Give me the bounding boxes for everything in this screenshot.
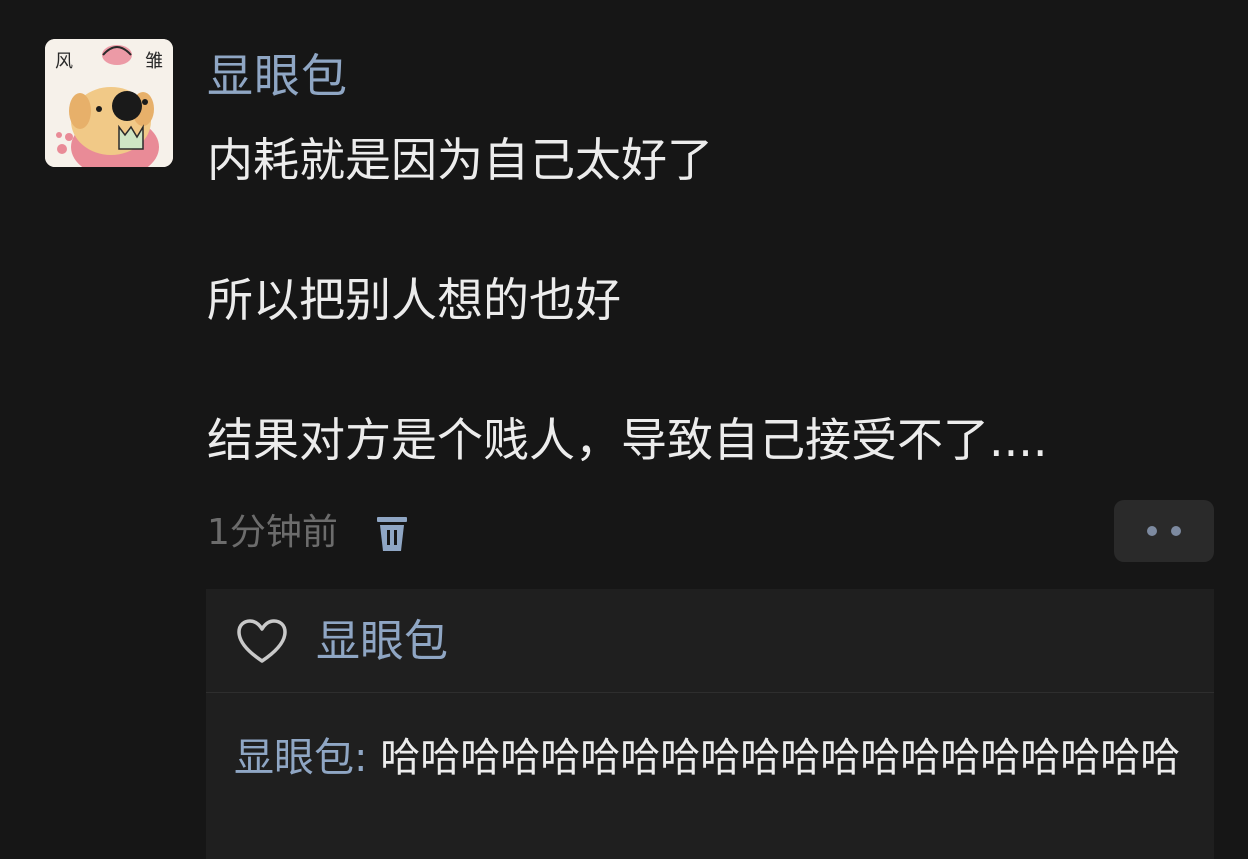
more-button[interactable] [1114,500,1214,562]
comment-line-2: 所以把别人想的也好 [207,273,621,327]
reply-author[interactable]: 显眼包: [234,735,367,781]
reply-section: 显眼包 显眼包: 哈哈哈哈哈哈哈哈哈哈哈哈哈哈哈哈哈哈哈哈 [206,589,1214,859]
avatar-stamp-left: 风 [55,51,73,72]
more-dots-icon [1171,526,1181,536]
liked-by-username[interactable]: 显眼包 [316,612,448,672]
divider [206,692,1214,693]
likes-row: 显眼包 [236,609,448,675]
avatar[interactable]: 风 雏 [45,39,173,167]
more-dots-icon [1147,526,1157,536]
trash-icon[interactable] [374,511,410,555]
heart-icon[interactable] [236,619,288,665]
reply-item[interactable]: 显眼包: 哈哈哈哈哈哈哈哈哈哈哈哈哈哈哈哈哈哈哈哈 [234,731,1204,786]
comment-time: 1分钟前 [207,512,338,553]
avatar-stamp-right: 雏 [145,51,163,72]
comment-username[interactable]: 显眼包 [207,46,348,106]
comment-line-1: 内耗就是因为自己太好了 [207,133,713,187]
reply-content: 哈哈哈哈哈哈哈哈哈哈哈哈哈哈哈哈哈哈哈哈 [367,735,1181,781]
comment-line-3: 结果对方是个贱人，导致自己接受不了.... [207,413,1048,467]
comment-meta: 1分钟前 [207,508,410,558]
